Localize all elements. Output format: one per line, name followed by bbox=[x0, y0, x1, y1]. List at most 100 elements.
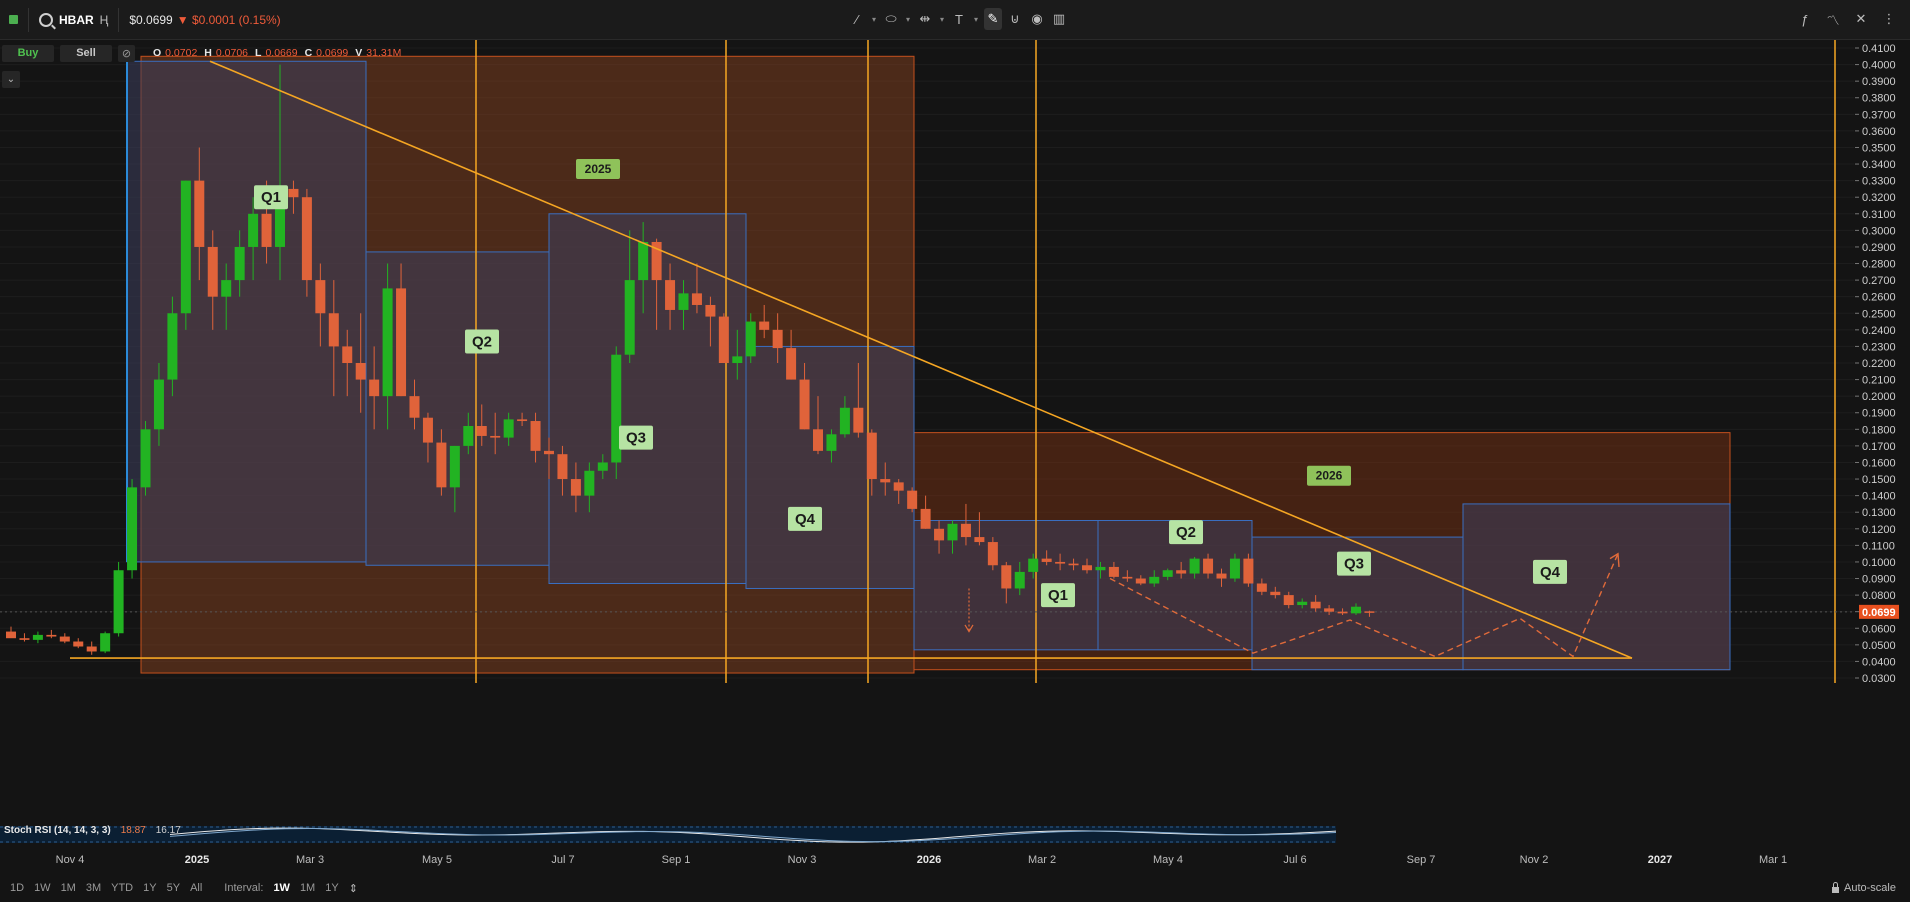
range-all[interactable]: All bbox=[190, 882, 202, 894]
quarter-label: Q1 bbox=[261, 189, 281, 206]
candle-body bbox=[248, 213, 259, 247]
range-1d[interactable]: 1D bbox=[10, 882, 24, 894]
candle-body bbox=[127, 487, 138, 571]
range-3m[interactable]: 3M bbox=[86, 882, 101, 894]
candle-body bbox=[476, 426, 487, 436]
price-axis-label: 0.1100 bbox=[1862, 540, 1895, 552]
trash-icon[interactable]: ▥ bbox=[1050, 8, 1068, 30]
lock-icon bbox=[1832, 881, 1840, 893]
stoch-rsi-legend: Stoch RSI (14, 14, 3, 3) 18.87 16.17 bbox=[4, 825, 181, 836]
time-axis-label: Mar 1 bbox=[1759, 854, 1787, 866]
quarter-label: Q3 bbox=[626, 430, 646, 447]
price-axis-label: 0.3200 bbox=[1862, 192, 1896, 204]
candle-body bbox=[1337, 611, 1348, 614]
chevron-down-icon[interactable]: ▾ bbox=[938, 8, 946, 30]
price-axis-label: 0.0300 bbox=[1862, 673, 1896, 685]
candle-body bbox=[678, 293, 689, 310]
magnet-icon[interactable]: ⊍ bbox=[1006, 8, 1024, 30]
candle-body bbox=[194, 180, 205, 247]
interval-1m[interactable]: 1M bbox=[300, 882, 315, 894]
price-axis-label: 0.3000 bbox=[1862, 225, 1896, 237]
range-5y[interactable]: 5Y bbox=[167, 882, 180, 894]
interval-stepper-icon[interactable]: ⇕ bbox=[349, 882, 358, 895]
candle-body bbox=[1310, 601, 1321, 609]
chevron-down-icon[interactable]: ▾ bbox=[904, 8, 912, 30]
ohlc-label: V bbox=[355, 47, 363, 59]
time-axis-label: May 5 bbox=[422, 854, 452, 866]
buy-button[interactable]: Buy bbox=[2, 45, 54, 62]
time-axis-label: May 4 bbox=[1153, 854, 1183, 866]
candle-body bbox=[19, 638, 30, 640]
bottom-bar: 1D 1W 1M 3M YTD 1Y 5Y All Interval: 1W 1… bbox=[0, 874, 1910, 902]
candle-body bbox=[328, 313, 339, 347]
candle-body bbox=[422, 417, 433, 443]
autoscale-toggle[interactable]: Auto-scale bbox=[1832, 881, 1896, 894]
candle-body bbox=[907, 490, 918, 509]
chevron-down-icon[interactable]: ▾ bbox=[972, 8, 980, 30]
price-axis-label: 0.3800 bbox=[1862, 93, 1896, 105]
symbol-name[interactable]: HBAR bbox=[59, 13, 94, 27]
candle-body bbox=[288, 188, 299, 198]
candle-body bbox=[1095, 566, 1106, 571]
candle-body bbox=[86, 646, 97, 652]
candle-body bbox=[221, 280, 232, 297]
more-icon[interactable]: ⋮ bbox=[1880, 8, 1898, 30]
range-1m[interactable]: 1M bbox=[61, 882, 76, 894]
candle-body bbox=[772, 329, 783, 349]
price-axis-label: 0.2600 bbox=[1862, 292, 1896, 304]
candle-body bbox=[1055, 561, 1066, 564]
price-axis-label: 0.3500 bbox=[1862, 142, 1896, 154]
ohlc-open: 0.0702 bbox=[165, 47, 198, 59]
candle-body bbox=[1162, 570, 1173, 577]
candle-body bbox=[691, 293, 702, 305]
indicator-name[interactable]: Stoch RSI (14, 14, 3, 3) bbox=[4, 825, 111, 836]
function-icon[interactable]: ƒ bbox=[1796, 8, 1814, 30]
text-icon[interactable]: T bbox=[950, 8, 968, 30]
eye-icon[interactable]: ◉ bbox=[1028, 8, 1046, 30]
interval-1y[interactable]: 1Y bbox=[325, 882, 338, 894]
sell-button[interactable]: Sell bbox=[60, 45, 112, 62]
candle-body bbox=[73, 641, 84, 647]
price-axis-label: 0.1300 bbox=[1862, 507, 1896, 519]
price-axis-label: 0.2400 bbox=[1862, 325, 1896, 337]
hide-icon[interactable]: ⊘ bbox=[118, 45, 135, 62]
indicator-icon[interactable]: 〽 bbox=[1824, 8, 1842, 30]
range-1w[interactable]: 1W bbox=[34, 882, 51, 894]
app-menu-icon[interactable] bbox=[9, 15, 18, 24]
measure-icon[interactable]: ⇹ bbox=[916, 8, 934, 30]
candle-body bbox=[207, 246, 218, 297]
time-axis-label: Jul 6 bbox=[1283, 854, 1306, 866]
price-axis-label: 0.3300 bbox=[1862, 176, 1896, 188]
brush-icon[interactable]: ✎ bbox=[984, 8, 1002, 30]
range-1y[interactable]: 1Y bbox=[143, 882, 156, 894]
price-axis-label: 0.3700 bbox=[1862, 109, 1896, 121]
candle-body bbox=[396, 288, 407, 397]
search-icon[interactable] bbox=[39, 12, 53, 27]
pen-icon[interactable]: ⁄ bbox=[848, 8, 866, 30]
chevron-down-icon[interactable]: ▾ bbox=[870, 8, 878, 30]
interval-1w[interactable]: 1W bbox=[273, 882, 290, 894]
crosshair-icon[interactable]: ✕ bbox=[1852, 8, 1870, 30]
candle-body bbox=[1351, 606, 1361, 614]
price-chart[interactable]: 2025 2026 Q1 Q2 Q3 Q4 Q1 Q2 Q3 Q4 0.4100 0.4000 0.39… bbox=[0, 40, 1910, 873]
divider bbox=[118, 7, 120, 32]
ellipse-icon[interactable]: ⬭ bbox=[882, 8, 900, 30]
candle-body bbox=[893, 482, 904, 491]
candle-body bbox=[517, 419, 528, 422]
candle-body bbox=[1189, 558, 1200, 574]
time-axis-label: Sep 1 bbox=[662, 854, 691, 866]
time-axis-label: Mar 2 bbox=[1028, 854, 1056, 866]
ohlc-label: L bbox=[255, 47, 262, 59]
candle-body bbox=[167, 313, 178, 380]
candle-body bbox=[180, 180, 191, 314]
candle-body bbox=[301, 197, 312, 281]
price-axis-label: 0.3900 bbox=[1862, 76, 1896, 88]
chevron-down-icon[interactable]: ⌄ bbox=[2, 71, 20, 88]
candle-body bbox=[1135, 578, 1146, 584]
candle-body bbox=[342, 346, 353, 363]
candle-body bbox=[32, 634, 43, 640]
price-axis-label: 0.2000 bbox=[1862, 391, 1896, 403]
range-ytd[interactable]: YTD bbox=[111, 882, 133, 894]
candle-body bbox=[853, 407, 864, 433]
candle-body bbox=[960, 523, 971, 538]
